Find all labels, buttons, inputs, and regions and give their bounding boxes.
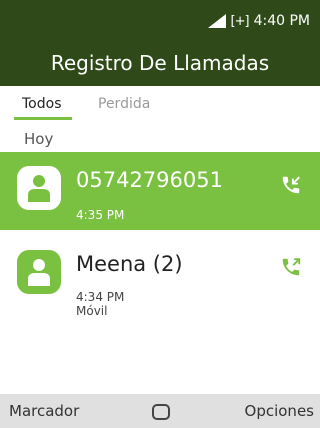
active-tab-indicator bbox=[14, 117, 72, 120]
call-log-item-selected[interactable]: 05742796051 4:35 PM bbox=[0, 152, 320, 230]
options-softkey[interactable]: Opciones bbox=[245, 402, 314, 420]
tab-all[interactable]: Todos bbox=[22, 96, 61, 112]
battery-charging-icon: [+] bbox=[230, 13, 250, 29]
tab-missed[interactable]: Perdida bbox=[98, 96, 150, 112]
status-bar: [+] 4:40 PM bbox=[0, 0, 320, 40]
page-title: Registro De Llamadas bbox=[0, 40, 320, 86]
call-number-type: Móvil bbox=[76, 304, 108, 318]
call-number: 05742796051 bbox=[76, 168, 223, 192]
tab-bar: Todos Perdida bbox=[0, 86, 320, 122]
incoming-call-icon bbox=[282, 176, 300, 194]
call-time: 4:34 PM bbox=[76, 290, 125, 304]
signal-icon bbox=[207, 14, 226, 28]
select-circle-icon[interactable] bbox=[152, 404, 170, 420]
softkey-bar: Marcador Opciones bbox=[0, 394, 320, 428]
call-time: 4:35 PM bbox=[76, 208, 125, 222]
outgoing-call-icon bbox=[282, 258, 301, 276]
contact-avatar-icon bbox=[17, 250, 61, 294]
status-icons: [+] 4:40 PM bbox=[207, 11, 310, 31]
contact-name: Meena (2) bbox=[76, 252, 183, 276]
section-label-today: Hoy bbox=[24, 130, 54, 148]
status-time: 4:40 PM bbox=[253, 13, 310, 29]
dialer-softkey[interactable]: Marcador bbox=[9, 402, 79, 420]
contact-avatar-icon bbox=[17, 166, 61, 210]
call-log-item[interactable]: Meena (2) 4:34 PM Móvil bbox=[0, 232, 320, 332]
